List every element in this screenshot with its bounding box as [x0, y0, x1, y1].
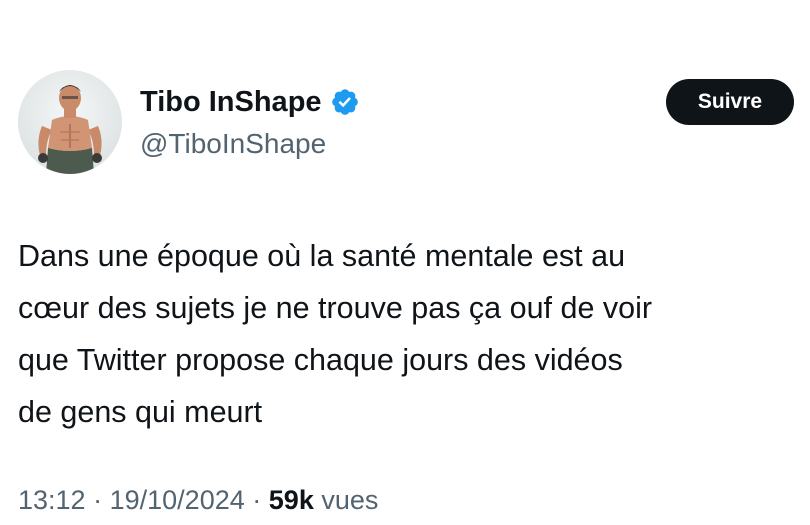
author-display-name[interactable]: Tibo InShape: [140, 84, 322, 120]
avatar-image: [38, 85, 102, 174]
tweet-text: Dans une époque où la santé mentale est …: [18, 239, 653, 429]
tweet-meta: 13:12 · 19/10/2024 · 59k vues: [18, 482, 378, 518]
meta-separator: ·: [252, 485, 262, 515]
views-label: vues: [321, 485, 379, 515]
tweet-date[interactable]: 19/10/2024: [110, 485, 245, 515]
author-name[interactable]: Tibo InShape: [140, 84, 360, 120]
verified-badge-icon: [331, 89, 358, 115]
meta-separator: ·: [93, 485, 103, 515]
tweet-card: Tibo InShape @TiboInShape Suivre Dans un…: [0, 0, 810, 525]
author-handle[interactable]: @TiboInShape: [140, 127, 326, 161]
follow-button[interactable]: Suivre: [666, 79, 794, 125]
views-count: 59k: [268, 485, 314, 515]
tweet-time[interactable]: 13:12: [18, 485, 86, 515]
avatar[interactable]: [18, 70, 122, 174]
